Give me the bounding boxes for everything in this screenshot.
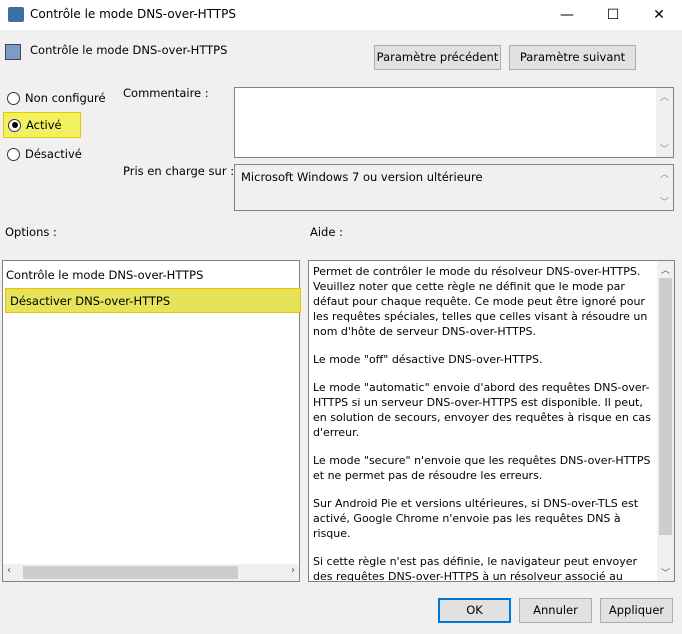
- help-paragraph: Si cette règle n'est pas définie, le nav…: [313, 555, 638, 582]
- radio-label: Non configuré: [25, 91, 106, 105]
- help-paragraph: Sur Android Pie et versions ultérieures,…: [313, 497, 639, 540]
- radio-label: Activé: [26, 118, 62, 132]
- help-paragraph: Le mode "automatic" envoie d'abord des r…: [313, 381, 651, 439]
- supported-label: Pris en charge sur :: [123, 164, 235, 178]
- dropdown-value: Désactiver DNS-over-HTTPS: [10, 294, 171, 308]
- scroll-thumb[interactable]: [659, 278, 672, 535]
- previous-setting-button[interactable]: Paramètre précédent: [374, 45, 501, 70]
- help-label: Aide :: [310, 225, 343, 239]
- next-setting-button[interactable]: Paramètre suivant: [509, 45, 636, 70]
- options-horizontal-scrollbar[interactable]: ‹ ›: [3, 564, 299, 581]
- radio-disabled[interactable]: Désactivé: [7, 147, 82, 161]
- supported-value: Microsoft Windows 7 ou version ultérieur…: [241, 170, 483, 184]
- help-text: Permet de contrôler le mode du résolveur…: [313, 264, 653, 582]
- policy-name: Contrôle le mode DNS-over-HTTPS: [30, 43, 228, 57]
- dns-mode-dropdown[interactable]: Désactiver DNS-over-HTTPS: [5, 288, 301, 313]
- scroll-left-icon[interactable]: ‹: [7, 565, 11, 576]
- title-bar: Contrôle le mode DNS-over-HTTPS — ☐ ✕: [0, 0, 682, 30]
- help-paragraph: Le mode "secure" n'envoie que les requêt…: [313, 454, 651, 482]
- help-panel: Permet de contrôler le mode du résolveur…: [308, 260, 675, 582]
- radio-label: Désactivé: [25, 147, 82, 161]
- app-icon: [8, 7, 24, 22]
- scroll-thumb[interactable]: [23, 566, 238, 579]
- maximize-button[interactable]: ☐: [590, 0, 636, 30]
- comment-textarea[interactable]: ︿ ﹀: [234, 87, 674, 158]
- comment-scrollbar[interactable]: ︿ ﹀: [656, 88, 673, 157]
- radio-enabled[interactable]: Activé: [3, 112, 81, 138]
- policy-icon: [5, 44, 21, 60]
- radio-circle: [7, 147, 20, 161]
- scroll-right-icon[interactable]: ›: [291, 565, 295, 576]
- scroll-up-icon[interactable]: ︿: [661, 263, 670, 276]
- radio-not-configured[interactable]: Non configuré: [7, 91, 106, 105]
- options-panel: Contrôle le mode DNS-over-HTTPS Désactiv…: [2, 260, 301, 582]
- close-button[interactable]: ✕: [636, 0, 682, 30]
- help-scrollbar[interactable]: ︿ ﹀: [657, 261, 674, 581]
- radio-circle: [7, 91, 20, 105]
- ok-button[interactable]: OK: [438, 598, 511, 623]
- options-title: Contrôle le mode DNS-over-HTTPS: [6, 268, 204, 282]
- help-paragraph: Permet de contrôler le mode du résolveur…: [313, 265, 648, 338]
- scroll-down-icon[interactable]: ﹀: [661, 566, 670, 579]
- cancel-button[interactable]: Annuler: [519, 598, 592, 623]
- apply-button[interactable]: Appliquer: [600, 598, 673, 623]
- window-title: Contrôle le mode DNS-over-HTTPS: [30, 7, 236, 21]
- minimize-button[interactable]: —: [544, 0, 590, 30]
- help-paragraph: Le mode "off" désactive DNS-over-HTTPS.: [313, 353, 543, 366]
- supported-on-box: Microsoft Windows 7 ou version ultérieur…: [234, 164, 674, 211]
- supported-scrollbar[interactable]: ︿ ﹀: [656, 165, 673, 210]
- radio-circle: [8, 118, 21, 132]
- options-label: Options :: [5, 225, 57, 239]
- comment-label: Commentaire :: [123, 86, 209, 100]
